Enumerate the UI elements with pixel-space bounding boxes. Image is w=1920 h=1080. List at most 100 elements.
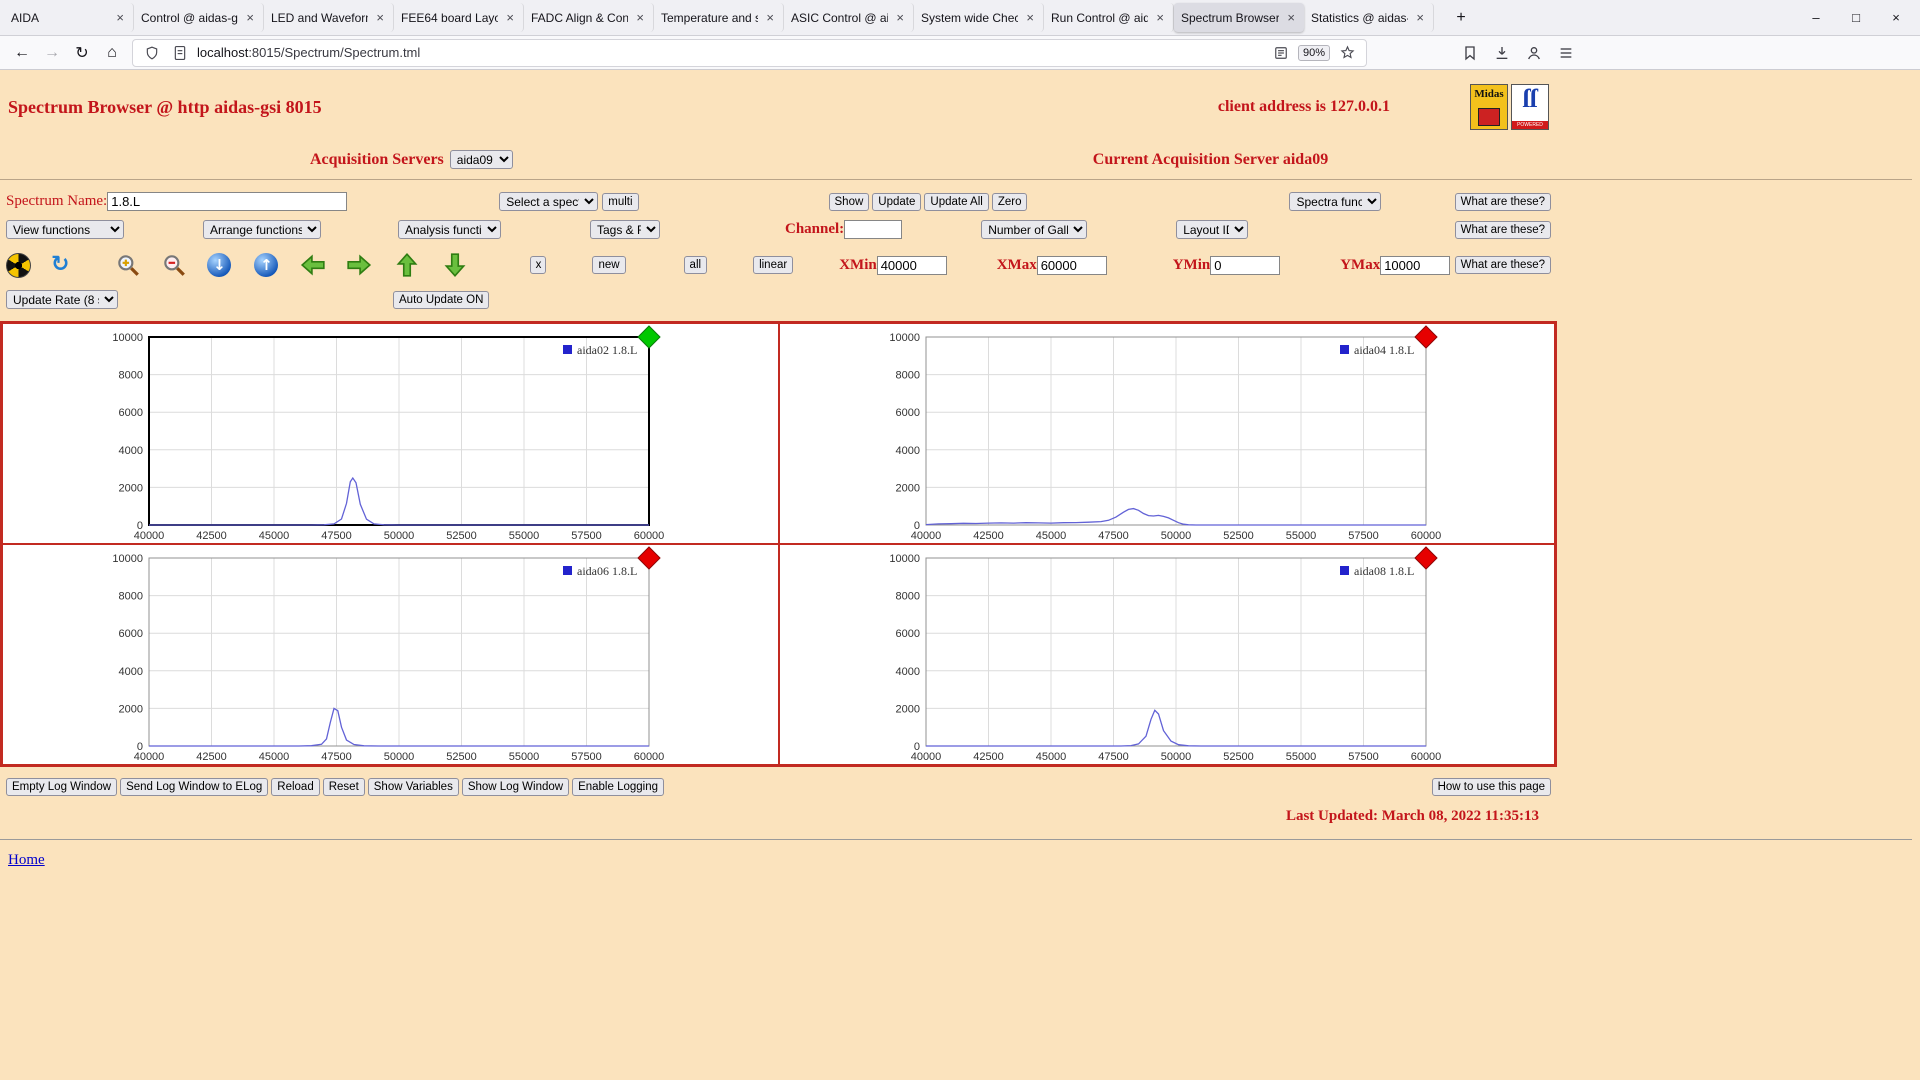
tab-control-aidas-gs[interactable]: Control @ aidas-gs× xyxy=(134,3,264,32)
tab-fee64-board-layou[interactable]: FEE64 board Layou× xyxy=(394,3,524,32)
tab-close-icon[interactable]: × xyxy=(1024,10,1036,25)
xmin-input[interactable] xyxy=(877,256,947,275)
maximize-icon[interactable]: □ xyxy=(1836,3,1876,33)
tab-close-icon[interactable]: × xyxy=(1285,10,1297,25)
x-button[interactable]: x xyxy=(530,256,546,274)
tab-statistics-aidas[interactable]: Statistics @ aidas-× xyxy=(1304,3,1434,32)
view-functions-dropdown[interactable]: View functions xyxy=(6,220,124,239)
reader-mode-icon[interactable] xyxy=(1270,42,1292,64)
how-to-use-button[interactable]: How to use this page xyxy=(1432,778,1551,796)
svg-text:47500: 47500 xyxy=(1098,530,1129,542)
svg-text:52500: 52500 xyxy=(446,530,477,542)
back-icon[interactable]: ← xyxy=(8,39,36,67)
zoom-level-badge[interactable]: 90% xyxy=(1298,45,1330,61)
empty-log-window-button[interactable]: Empty Log Window xyxy=(6,778,117,796)
tab-close-icon[interactable]: × xyxy=(634,10,646,25)
tab-aida[interactable]: AIDA× xyxy=(4,3,134,32)
ymax-input[interactable] xyxy=(1380,256,1450,275)
multi-button[interactable]: multi xyxy=(602,193,638,211)
all-button[interactable]: all xyxy=(684,256,708,274)
update-rate-dropdown[interactable]: Update Rate (8 secs) xyxy=(6,290,118,309)
acquisition-server-select[interactable]: aida09 xyxy=(450,150,513,169)
page-down-icon[interactable] xyxy=(442,252,468,278)
tab-asic-control-aid[interactable]: ASIC Control @ aid× xyxy=(784,3,914,32)
enable-logging-button[interactable]: Enable Logging xyxy=(572,778,664,796)
bookmark-star-icon[interactable] xyxy=(1336,42,1358,64)
auto-update-button[interactable]: Auto Update ON xyxy=(393,291,489,309)
save-page-icon[interactable] xyxy=(1459,42,1481,64)
send-log-window-to-elog-button[interactable]: Send Log Window to ELog xyxy=(120,778,268,796)
zoom-in-icon[interactable] xyxy=(115,252,141,278)
ymin-input[interactable] xyxy=(1210,256,1280,275)
update-all-button[interactable]: Update All xyxy=(924,193,988,211)
number-of-galleries-dropdown[interactable]: Number of Galleries xyxy=(981,220,1087,239)
reload-icon[interactable]: ↻ xyxy=(68,39,96,67)
page-info-icon[interactable] xyxy=(169,42,191,64)
gallery-cell-aida02[interactable]: 4000042500450004750050000525005500057500… xyxy=(2,323,779,544)
downloads-icon[interactable] xyxy=(1491,42,1513,64)
what-are-these-button-2[interactable]: What are these? xyxy=(1455,221,1551,239)
what-are-these-button-3[interactable]: What are these? xyxy=(1455,256,1551,274)
tab-close-icon[interactable]: × xyxy=(894,10,906,25)
new-tab-button[interactable]: + xyxy=(1448,5,1474,31)
zoom-out-icon[interactable] xyxy=(161,252,187,278)
tab-led-and-waveform[interactable]: LED and Waveform× xyxy=(264,3,394,32)
radiation-icon[interactable] xyxy=(6,253,31,278)
scale-up-icon[interactable]: ↑ xyxy=(254,253,278,277)
page-up-icon[interactable] xyxy=(394,252,420,278)
forward-icon[interactable]: → xyxy=(38,39,66,67)
scale-down-icon[interactable]: ↓ xyxy=(207,253,231,277)
minimize-icon[interactable]: – xyxy=(1796,3,1836,33)
reset-button[interactable]: Reset xyxy=(323,778,365,796)
linear-button[interactable]: linear xyxy=(753,256,793,274)
xmax-input[interactable] xyxy=(1037,256,1107,275)
reload-button[interactable]: Reload xyxy=(271,778,319,796)
tab-close-icon[interactable]: × xyxy=(764,10,776,25)
refresh-icon[interactable]: ↻ xyxy=(51,254,69,276)
pan-left-icon[interactable] xyxy=(300,252,326,278)
shield-icon[interactable] xyxy=(141,42,163,64)
svg-text:57500: 57500 xyxy=(571,751,602,763)
gallery-cell-aida06[interactable]: 4000042500450004750050000525005500057500… xyxy=(2,544,779,765)
zero-button[interactable]: Zero xyxy=(992,193,1028,211)
tab-close-icon[interactable]: × xyxy=(374,10,386,25)
close-icon[interactable]: × xyxy=(1876,3,1916,33)
tab-close-icon[interactable]: × xyxy=(114,10,126,25)
pan-right-icon[interactable] xyxy=(346,252,372,278)
tags-fits-dropdown[interactable]: Tags & Fits xyxy=(590,220,660,239)
show-log-window-button[interactable]: Show Log Window xyxy=(462,778,569,796)
gallery-cell-aida04[interactable]: 4000042500450004750050000525005500057500… xyxy=(779,323,1556,544)
url-text[interactable]: localhost:8015/Spectrum/Spectrum.tml xyxy=(197,45,1264,60)
svg-text:47500: 47500 xyxy=(1098,751,1129,763)
update-button[interactable]: Update xyxy=(872,193,921,211)
tab-fadc-align-cont[interactable]: FADC Align & Cont× xyxy=(524,3,654,32)
tab-close-icon[interactable]: × xyxy=(1414,10,1426,25)
menu-icon[interactable] xyxy=(1555,42,1577,64)
what-are-these-button-1[interactable]: What are these? xyxy=(1455,193,1551,211)
tab-temperature-and-st[interactable]: Temperature and st× xyxy=(654,3,784,32)
tab-close-icon[interactable]: × xyxy=(244,10,256,25)
analysis-functions-dropdown[interactable]: Analysis functions xyxy=(398,220,501,239)
arrange-functions-dropdown[interactable]: Arrange functions xyxy=(203,220,321,239)
show-button[interactable]: Show xyxy=(829,193,870,211)
spectrum-plot: 4000042500450004750050000525005500057500… xyxy=(780,324,1554,543)
new-button[interactable]: new xyxy=(592,256,625,274)
spectra-functions-dropdown[interactable]: Spectra functions xyxy=(1289,192,1381,211)
url-bar[interactable]: localhost:8015/Spectrum/Spectrum.tml 90% xyxy=(132,39,1367,67)
tab-run-control-aid[interactable]: Run Control @ aid× xyxy=(1044,3,1174,32)
channel-input[interactable] xyxy=(844,220,902,239)
select-spectrum-dropdown[interactable]: Select a spectrum xyxy=(499,192,598,211)
show-variables-button[interactable]: Show Variables xyxy=(368,778,459,796)
home-icon[interactable]: ⌂ xyxy=(98,39,126,67)
svg-text:50000: 50000 xyxy=(384,530,415,542)
log-buttons-row: Empty Log WindowSend Log Window to ELogR… xyxy=(0,778,1557,796)
tab-spectrum-browser[interactable]: Spectrum Browser× xyxy=(1174,3,1304,32)
gallery-cell-aida08[interactable]: 4000042500450004750050000525005500057500… xyxy=(779,544,1556,765)
tab-close-icon[interactable]: × xyxy=(1154,10,1166,25)
layout-id-dropdown[interactable]: Layout ID=4 xyxy=(1176,220,1248,239)
home-link[interactable]: Home xyxy=(8,852,45,869)
tab-close-icon[interactable]: × xyxy=(504,10,516,25)
account-icon[interactable] xyxy=(1523,42,1545,64)
tab-system-wide-check[interactable]: System wide Check× xyxy=(914,3,1044,32)
spectrum-name-input[interactable] xyxy=(107,192,347,211)
